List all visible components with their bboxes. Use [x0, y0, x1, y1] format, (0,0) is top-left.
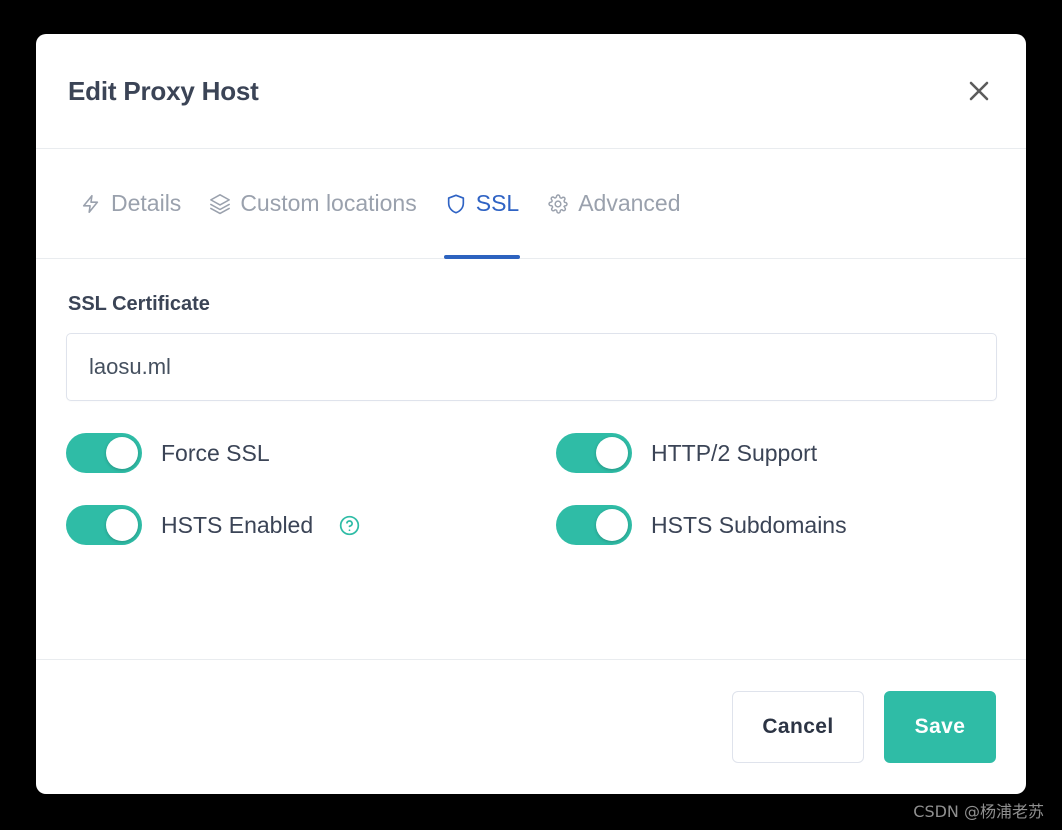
tab-custom-locations-label: Custom locations: [240, 190, 417, 216]
toggle-knob: [106, 437, 138, 469]
watermark: CSDN @杨浦老苏: [913, 802, 1044, 821]
modal-header: Edit Proxy Host: [36, 34, 1026, 149]
ssl-certificate-label: SSL Certificate: [68, 293, 210, 315]
hsts-enabled-toggle[interactable]: [66, 505, 142, 545]
ssl-panel: SSL Certificate laosu.ml Force SSL HTTP/…: [36, 259, 1026, 660]
save-button[interactable]: Save: [884, 691, 996, 763]
help-circle-icon[interactable]: [338, 514, 361, 537]
layers-icon: [209, 193, 231, 215]
shield-icon: [445, 193, 467, 215]
toggle-knob: [596, 509, 628, 541]
zap-icon: [80, 193, 102, 215]
tab-custom-locations[interactable]: Custom locations: [195, 149, 430, 258]
hsts-subdomains-label: HSTS Subdomains: [651, 511, 847, 538]
http2-support-toggle[interactable]: [556, 433, 632, 473]
ssl-certificate-value: laosu.ml: [89, 354, 171, 379]
modal-footer: Cancel Save: [36, 660, 1026, 794]
toggle-row-force-ssl: Force SSL: [66, 433, 556, 473]
tab-bar: Details Custom locations SSL Advanced: [36, 149, 1026, 259]
tab-details[interactable]: Details: [66, 149, 195, 258]
ssl-certificate-select[interactable]: laosu.ml: [66, 333, 997, 401]
force-ssl-toggle[interactable]: [66, 433, 142, 473]
edit-proxy-host-modal: Edit Proxy Host Details Custom locations…: [36, 34, 1026, 794]
http2-support-label: HTTP/2 Support: [651, 439, 818, 466]
tab-details-label: Details: [111, 190, 182, 216]
force-ssl-label: Force SSL: [161, 439, 270, 466]
cancel-button[interactable]: Cancel: [732, 691, 864, 763]
toggle-knob: [596, 437, 628, 469]
toggle-knob: [106, 509, 138, 541]
close-x-glyph: [969, 81, 989, 101]
tab-ssl[interactable]: SSL: [431, 149, 533, 259]
page-title: Edit Proxy Host: [68, 75, 259, 106]
hsts-enabled-label: HSTS Enabled: [161, 511, 314, 538]
toggle-row-http2-support: HTTP/2 Support: [556, 433, 996, 473]
tab-ssl-label: SSL: [475, 190, 520, 216]
toggle-row-hsts-subdomains: HSTS Subdomains: [556, 505, 996, 545]
screen: Edit Proxy Host Details Custom locations…: [0, 0, 1062, 830]
tab-advanced[interactable]: Advanced: [533, 149, 694, 258]
ssl-toggle-grid: Force SSL HTTP/2 Support HSTS Enabled HS…: [66, 433, 996, 545]
tab-advanced-label: Advanced: [578, 190, 681, 216]
gear-icon: [547, 193, 569, 215]
toggle-row-hsts-enabled: HSTS Enabled: [66, 505, 556, 545]
close-icon[interactable]: [962, 74, 996, 108]
hsts-subdomains-toggle[interactable]: [556, 505, 632, 545]
